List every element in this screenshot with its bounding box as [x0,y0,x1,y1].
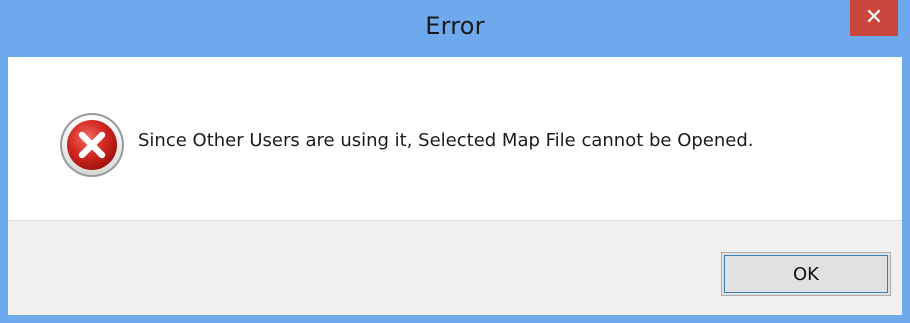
close-button[interactable]: ✕ [850,0,898,36]
dialog-title: Error [425,12,485,40]
close-icon: ✕ [864,5,884,30]
title-bar[interactable]: Error ✕ [0,0,910,57]
message-area: Since Other Users are using it, Selected… [8,57,902,220]
error-icon [60,113,124,177]
error-message: Since Other Users are using it, Selected… [138,130,754,151]
ok-button[interactable]: OK [721,252,891,296]
error-dialog: Error ✕ Since Other Users are using it, … [0,0,910,323]
dialog-body: Since Other Users are using it, Selected… [8,57,902,315]
button-bar: OK [8,220,902,315]
